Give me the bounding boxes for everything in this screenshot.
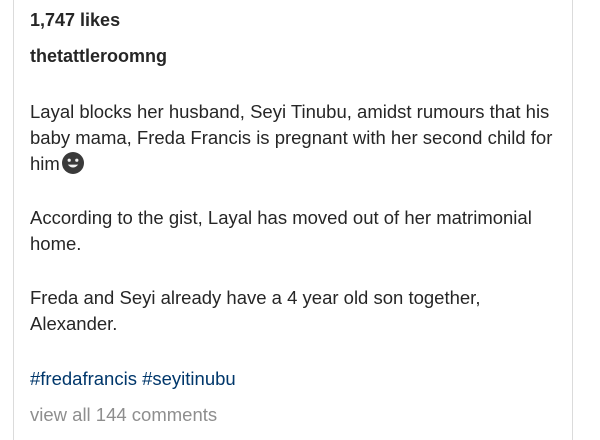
caption-paragraph-3: Freda and Seyi already have a 4 year old… [30,287,481,334]
post-username[interactable]: thetattleroomng [30,45,167,67]
view-all-comments-link[interactable]: view all 144 comments [30,403,217,427]
hashtag-link[interactable]: #seyitinubu [142,368,236,389]
likes-count[interactable]: 1,747 likes [30,9,120,31]
hashtag-row: #fredafrancis #seyitinubu [30,367,236,391]
post-card: 1,747 likes thetattleroomng Layal blocks… [13,0,573,440]
hashtag-link[interactable]: #fredafrancis [30,368,137,389]
grinning-face-icon [61,152,84,174]
caption-paragraph-2: According to the gist, Layal has moved o… [30,207,532,254]
caption-text-1: Layal blocks her husband, Seyi Tinubu, a… [30,101,553,174]
caption-paragraph-1: Layal blocks her husband, Seyi Tinubu, a… [30,99,560,177]
